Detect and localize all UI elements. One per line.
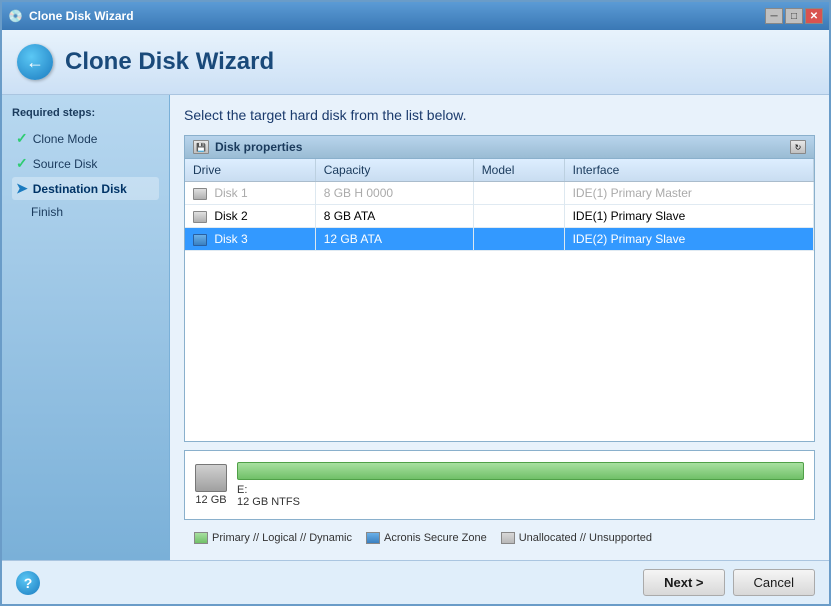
model-cell — [473, 205, 564, 228]
bottom-disk-panel: 12 GB E: 12 GB NTFS — [184, 450, 815, 520]
header-area: ← Clone Disk Wizard — [2, 30, 829, 95]
drive-cell: Disk 3 — [185, 228, 315, 251]
sidebar-label-source-disk: Source Disk — [33, 157, 98, 171]
disk-properties-header: 💾 Disk properties ↻ — [185, 136, 814, 159]
next-button[interactable]: Next > — [643, 569, 724, 596]
disk-large-icon — [195, 464, 227, 492]
interface-cell: IDE(1) Primary Slave — [564, 205, 813, 228]
legend-item-primary: Primary // Logical // Dynamic — [194, 532, 352, 544]
table-row[interactable]: Disk 2 8 GB ATA IDE(1) Primary Slave — [185, 205, 814, 228]
sidebar-label-finish: Finish — [31, 205, 63, 219]
main-window: 💿 Clone Disk Wizard ─ □ ✕ ← Clone Disk W… — [0, 0, 831, 606]
capacity-cell: 8 GB ATA — [315, 205, 473, 228]
model-cell — [473, 228, 564, 251]
capacity-cell: 12 GB ATA — [315, 228, 473, 251]
col-drive: Drive — [185, 159, 315, 182]
disk-properties-label: Disk properties — [215, 140, 302, 154]
legend-item-unallocated: Unallocated // Unsupported — [501, 532, 652, 544]
legend-color-gray — [501, 532, 515, 544]
check-icon-clone-mode: ✓ — [16, 130, 28, 147]
spacer-finish — [16, 205, 26, 219]
table-row[interactable]: Disk 1 8 GB H 0000 IDE(1) Primary Master — [185, 182, 814, 205]
sidebar-item-source-disk[interactable]: ✓ Source Disk — [12, 152, 159, 175]
drive-label: Disk 1 — [214, 186, 247, 200]
window-title: Clone Disk Wizard — [29, 9, 134, 23]
disk-properties-title: 💾 Disk properties — [193, 140, 302, 154]
col-capacity: Capacity — [315, 159, 473, 182]
col-interface: Interface — [564, 159, 813, 182]
drive-label: Disk 3 — [214, 232, 247, 246]
sidebar-item-clone-mode[interactable]: ✓ Clone Mode — [12, 127, 159, 150]
interface-cell: IDE(2) Primary Slave — [564, 228, 813, 251]
drive-cell: Disk 2 — [185, 205, 315, 228]
header-title: Clone Disk Wizard — [65, 48, 274, 76]
sidebar-item-finish[interactable]: Finish — [12, 202, 159, 222]
help-button[interactable]: ? — [16, 571, 40, 595]
legend-color-blue — [366, 532, 380, 544]
sidebar-section-label: Required steps: — [12, 107, 159, 119]
cancel-button[interactable]: Cancel — [733, 569, 815, 596]
footer-buttons: ? Next > Cancel — [2, 560, 829, 604]
disk-properties-box: 💾 Disk properties ↻ Drive Capacity Model… — [184, 135, 815, 442]
main-content: Required steps: ✓ Clone Mode ✓ Source Di… — [2, 95, 829, 560]
capacity-cell: 8 GB H 0000 — [315, 182, 473, 205]
legend-bar: Primary // Logical // Dynamic Acronis Se… — [184, 528, 815, 548]
sidebar: Required steps: ✓ Clone Mode ✓ Source Di… — [2, 95, 170, 560]
disk-list-table: Drive Capacity Model Interface Disk 1 — [185, 159, 814, 251]
partition-info: E: 12 GB NTFS — [237, 462, 804, 508]
sidebar-label-destination-disk: Destination Disk — [33, 182, 127, 196]
disk-thumb-icon — [193, 234, 207, 246]
partition-label: E: 12 GB NTFS — [237, 484, 804, 508]
footer-left: ? — [16, 571, 635, 595]
disk-table: Drive Capacity Model Interface Disk 1 — [185, 159, 814, 441]
check-icon-source-disk: ✓ — [16, 155, 28, 172]
legend-label-primary: Primary // Logical // Dynamic — [212, 532, 352, 544]
drive-label: Disk 2 — [214, 209, 247, 223]
back-button[interactable]: ← — [17, 44, 53, 80]
legend-label-unallocated: Unallocated // Unsupported — [519, 532, 652, 544]
legend-item-acronis: Acronis Secure Zone — [366, 532, 487, 544]
model-cell — [473, 182, 564, 205]
partition-drive-label: E: — [237, 484, 247, 496]
title-bar-buttons: ─ □ ✕ — [765, 8, 823, 24]
window-title-icon: 💿 — [8, 9, 23, 23]
title-bar: 💿 Clone Disk Wizard ─ □ ✕ — [2, 2, 829, 30]
arrow-icon-destination: ➤ — [16, 180, 28, 197]
title-bar-left: 💿 Clone Disk Wizard — [8, 9, 134, 23]
partition-detail: 12 GB NTFS — [237, 496, 300, 508]
table-row[interactable]: Disk 3 12 GB ATA IDE(2) Primary Slave — [185, 228, 814, 251]
sidebar-item-destination-disk[interactable]: ➤ Destination Disk — [12, 177, 159, 200]
content-panel: Select the target hard disk from the lis… — [170, 95, 829, 560]
close-button[interactable]: ✕ — [805, 8, 823, 24]
disk-size-group: 12 GB — [195, 464, 227, 506]
disk-properties-icon: 💾 — [193, 140, 209, 154]
sidebar-label-clone-mode: Clone Mode — [33, 132, 98, 146]
legend-color-green — [194, 532, 208, 544]
col-model: Model — [473, 159, 564, 182]
partition-bar — [237, 462, 804, 480]
legend-label-acronis: Acronis Secure Zone — [384, 532, 487, 544]
disk-size-label: 12 GB — [195, 494, 226, 506]
drive-cell: Disk 1 — [185, 182, 315, 205]
instruction-text: Select the target hard disk from the lis… — [184, 107, 815, 123]
disk-thumb-icon — [193, 211, 207, 223]
maximize-button[interactable]: □ — [785, 8, 803, 24]
disk-properties-refresh-icon[interactable]: ↻ — [790, 140, 806, 154]
minimize-button[interactable]: ─ — [765, 8, 783, 24]
disk-thumb-icon — [193, 188, 207, 200]
interface-cell: IDE(1) Primary Master — [564, 182, 813, 205]
